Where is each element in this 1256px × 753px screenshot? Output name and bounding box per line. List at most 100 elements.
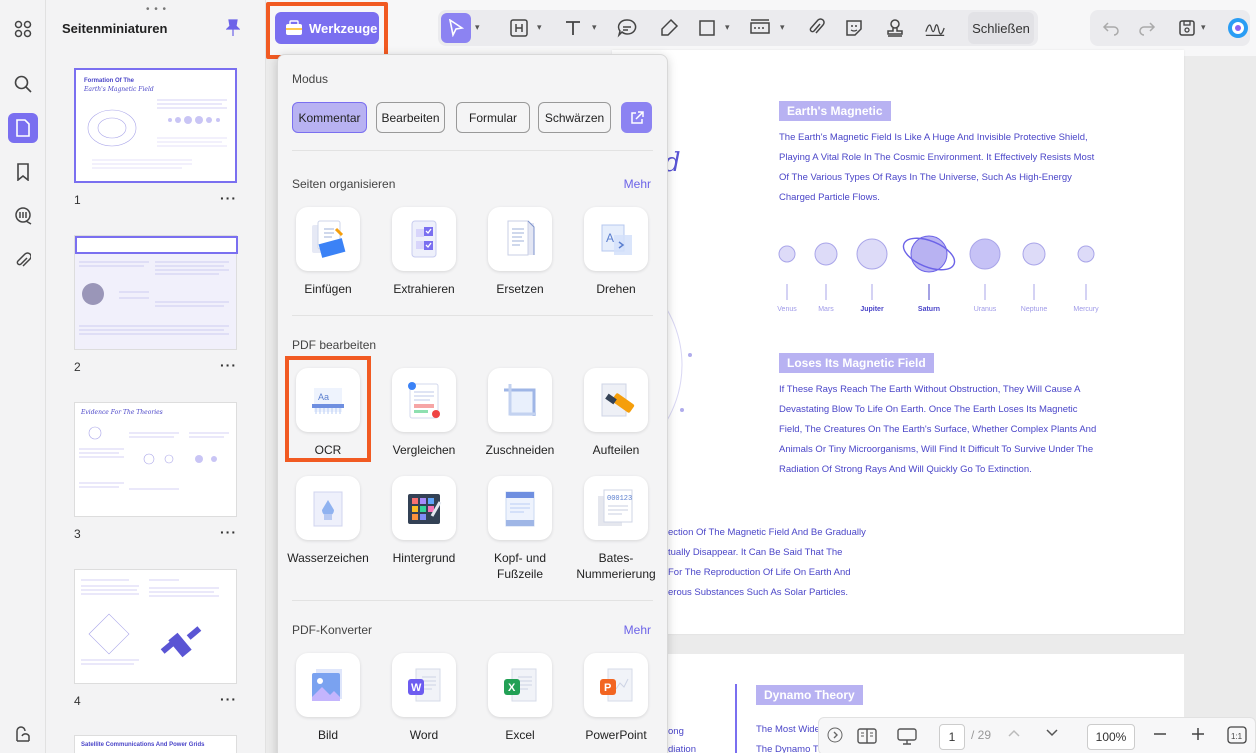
page-thumbnail-4[interactable] — [74, 569, 237, 684]
tool-bates-nummerierung[interactable]: 000123 Bates-Nummerierung — [571, 476, 661, 582]
paragraph-line: The Most Wide — [756, 724, 820, 735]
tool-label: Drehen — [596, 282, 636, 296]
paragraph-line: Playing A Vital Role In The Cosmic Envir… — [779, 152, 1095, 163]
image-convert-icon — [296, 653, 360, 717]
text-fragment: diation — [668, 744, 696, 753]
comment-tool-icon[interactable] — [616, 17, 638, 39]
prev-page-icon[interactable] — [1007, 726, 1021, 743]
attachment-icon[interactable] — [8, 246, 38, 276]
page-thumbnail-5[interactable]: Satellite Communications And Power Grids — [74, 735, 237, 753]
zoom-level-input[interactable]: 100% — [1087, 724, 1135, 750]
section-heading: Loses Its Magnetic Field — [779, 353, 934, 373]
heading-tool-icon[interactable] — [508, 17, 530, 39]
cursor-icon[interactable] — [445, 17, 467, 39]
tool-label: Hintergrund — [392, 551, 456, 565]
tool-aufteilen[interactable]: Aufteilen — [571, 368, 661, 458]
tool-vergleichen[interactable]: Vergleichen — [379, 368, 469, 458]
page-more-button[interactable]: ··· — [220, 190, 237, 206]
tool-hintergrund[interactable]: Hintergrund — [379, 476, 469, 566]
tool-excel[interactable]: X Excel — [475, 653, 565, 743]
paragraph-line: ection Of The Magnetic Field And Be Grad… — [668, 527, 866, 538]
zoom-out-icon[interactable] — [1152, 726, 1168, 745]
shape-tool-icon[interactable] — [696, 17, 718, 39]
stamp-icon[interactable] — [884, 17, 906, 39]
page-more-button[interactable]: ··· — [220, 524, 237, 540]
page-thumbnail-3[interactable]: Evidence For The Theories — [74, 402, 237, 517]
signature-icon[interactable] — [924, 17, 946, 39]
undo-icon[interactable] — [1100, 17, 1122, 39]
chevron-down-icon[interactable]: ▾ — [725, 22, 730, 33]
paragraph-line: erous Substances Such As Solar Particles… — [668, 587, 849, 598]
chevron-down-icon[interactable]: ▾ — [592, 22, 597, 33]
planet-label: Neptune — [1020, 306, 1048, 313]
bates-numbering-icon: 000123 — [584, 476, 648, 540]
zoom-in-icon[interactable] — [1190, 726, 1206, 745]
divider — [292, 150, 653, 151]
tool-zuschneiden[interactable]: Zuschneiden — [475, 368, 565, 458]
background-icon — [392, 476, 456, 540]
grid-icon[interactable] — [8, 14, 38, 44]
text-tool-icon[interactable] — [562, 17, 584, 39]
search-icon[interactable] — [8, 69, 38, 99]
current-page-input[interactable]: 1 — [939, 724, 965, 750]
section-title-convert: PDF-Konverter — [292, 623, 373, 637]
mode-formular-button[interactable]: Formular — [456, 102, 530, 133]
tool-drehen[interactable]: A Drehen — [571, 207, 661, 297]
left-rail — [0, 0, 46, 753]
comments-icon[interactable] — [8, 201, 38, 231]
bookmark-icon[interactable] — [8, 157, 38, 187]
page-number: 1 — [74, 193, 81, 207]
mode-bearbeiten-button[interactable]: Bearbeiten — [376, 102, 445, 133]
pin-icon[interactable] — [225, 19, 241, 42]
sticker-icon[interactable] — [843, 17, 865, 39]
presentation-icon[interactable] — [897, 727, 917, 748]
tool-label: PowerPoint — [585, 728, 647, 742]
werkzeuge-button[interactable]: Werkzeuge — [275, 12, 379, 44]
divider — [292, 315, 653, 316]
thumb-graphic — [87, 99, 227, 169]
settings-icon[interactable] — [8, 720, 38, 750]
tool-bild[interactable]: Bild — [283, 653, 373, 743]
tool-extrahieren[interactable]: Extrahieren — [379, 207, 469, 297]
ai-assistant-icon[interactable] — [1227, 17, 1249, 39]
page-more-button[interactable]: ··· — [220, 357, 237, 373]
highlighter-icon[interactable] — [658, 17, 680, 39]
organize-more-link[interactable]: Mehr — [624, 177, 651, 191]
tool-ersetzen[interactable]: Ersetzen — [475, 207, 565, 297]
close-button[interactable]: Schließen — [968, 12, 1034, 44]
paragraph-line: Animals Or Tiny Microorganisms, Will Fin… — [779, 444, 1094, 455]
save-icon[interactable] — [1176, 17, 1198, 39]
thumbnail-panel: • • • Seitenminiaturen Formation Of The … — [46, 0, 266, 753]
tool-wasserzeichen[interactable]: Wasserzeichen — [283, 476, 373, 566]
panel-title: Seitenminiaturen — [62, 21, 168, 36]
svg-text:1:1: 1:1 — [1231, 732, 1243, 741]
page-layout-icon[interactable] — [857, 727, 877, 748]
chevron-down-icon[interactable]: ▾ — [537, 22, 542, 33]
planet-label: Venus — [777, 306, 797, 313]
page-thumbnail-1[interactable]: Formation Of The Earth's Magnetic Field — [74, 68, 237, 183]
collapse-chevron-icon[interactable] — [827, 727, 843, 746]
tool-kopf-fusszeile[interactable]: Kopf- und Fußzeile — [475, 476, 565, 582]
stamp-tool-icon[interactable] — [749, 17, 771, 39]
open-external-icon[interactable] — [621, 102, 652, 133]
tool-word[interactable]: W Word — [379, 653, 469, 743]
page-more-button[interactable]: ··· — [220, 691, 237, 707]
paragraph-line: For The Reproduction Of Life On Earth An… — [668, 567, 851, 578]
section-heading: Dynamo Theory — [756, 685, 863, 705]
tool-powerpoint[interactable]: P PowerPoint — [571, 653, 661, 743]
mode-schwaerzen-button[interactable]: Schwärzen — [538, 102, 611, 133]
tool-einfuegen[interactable]: Einfügen — [283, 207, 373, 297]
redo-icon[interactable] — [1136, 17, 1158, 39]
actual-size-icon[interactable]: 1:1 — [1227, 726, 1247, 747]
drag-handle[interactable]: • • • — [146, 4, 167, 15]
chevron-down-icon[interactable]: ▾ — [475, 22, 480, 33]
thumbnails-icon[interactable] — [8, 113, 38, 143]
next-page-icon[interactable] — [1045, 726, 1059, 743]
page-thumbnail-2[interactable] — [74, 235, 238, 350]
chevron-down-icon[interactable]: ▾ — [1201, 22, 1206, 33]
mode-kommentar-button[interactable]: Kommentar — [292, 102, 367, 133]
svg-text:X: X — [508, 682, 516, 694]
convert-more-link[interactable]: Mehr — [624, 623, 651, 637]
paperclip-icon[interactable] — [805, 17, 827, 39]
chevron-down-icon[interactable]: ▾ — [780, 22, 785, 33]
